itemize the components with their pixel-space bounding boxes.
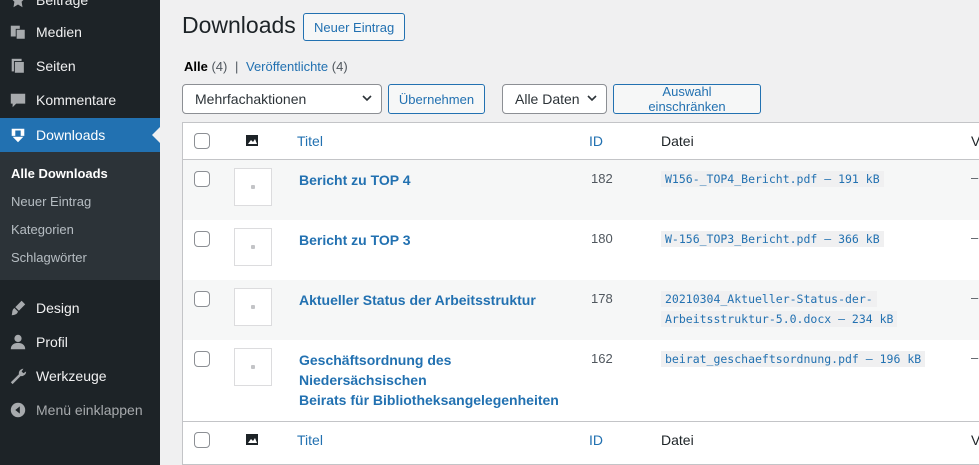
downloads-submenu: Alle Downloads Neuer Eintrag Kategorien … [0,152,160,280]
menu-label: Medien [36,24,82,40]
file-thumbnail [234,228,272,266]
table-row: Geschäftsordnung des Niedersächsischen Be… [183,340,979,421]
file-thumbnail [234,288,272,326]
filter-published-count: (4) [331,59,348,74]
bulk-actions-value: Mehrfachaktionen [195,91,307,107]
row-checkbox[interactable] [194,231,210,247]
chevron-down-icon [362,95,372,102]
row-extra: – [971,230,979,245]
row-extra: – [971,290,979,305]
row-extra: – [971,350,979,365]
media-icon [0,23,36,41]
page-title: Downloads [182,12,296,38]
row-checkbox[interactable] [194,351,210,367]
filter-published-link[interactable]: Veröffentlichte [246,59,328,74]
table-row: Bericht zu TOP 3 180 W-156_TOP3_Bericht.… [183,220,979,280]
menu-label: Werkzeuge [36,368,107,384]
row-id: 178 [591,291,613,306]
comment-icon [0,91,36,109]
menu-label: Seiten [36,58,76,74]
select-all-checkbox[interactable] [194,133,210,149]
image-column-icon [245,134,259,150]
download-icon [0,126,36,144]
status-filter-links: Alle (4) | Veröffentlichte (4) [184,59,348,74]
table-header: Titel ID Datei V [183,123,979,160]
filter-separator: | [234,59,239,74]
column-id[interactable]: ID [589,133,603,149]
active-indicator [152,127,160,143]
bulk-actions-select[interactable]: Mehrfachaktionen [182,84,382,114]
filter-all-link[interactable]: Alle [184,59,208,74]
submenu-alle-downloads[interactable]: Alle Downloads [0,160,160,188]
pin-icon [0,0,36,9]
menu-item-medien[interactable]: Medien [0,15,160,49]
filter-all-count: (4) [211,59,228,74]
collapse-icon [0,401,36,419]
menu-label: Profil [36,334,68,350]
menu-item-design[interactable]: Design [0,291,160,325]
row-id: 162 [591,351,613,366]
column-title[interactable]: Titel [297,432,323,448]
row-checkbox[interactable] [194,291,210,307]
row-file-link[interactable]: W156-_TOP4_Bericht.pdf – 191 kB [661,169,884,189]
row-file-link[interactable]: W-156_TOP3_Bericht.pdf – 366 kB [661,229,884,249]
date-filter-value: Alle Daten [515,91,580,107]
menu-label: Menü einklappen [36,402,143,418]
brush-icon [0,299,36,317]
user-icon [0,333,36,351]
submenu-schlagwoerter[interactable]: Schlagwörter [0,244,160,272]
row-title-link[interactable]: Bericht zu TOP 3 [299,230,579,250]
submenu-neuer-eintrag[interactable]: Neuer Eintrag [0,188,160,216]
column-extra: V [971,133,979,149]
menu-item-profil[interactable]: Profil [0,325,160,359]
filter-button[interactable]: Auswahl einschränken [613,84,761,114]
row-id: 182 [591,171,613,186]
menu-item-downloads[interactable]: Downloads [0,118,160,152]
image-column-icon [245,433,259,449]
column-file: Datei [661,133,694,149]
row-title-link[interactable]: Geschäftsordnung des Niedersächsischen Be… [299,350,579,410]
column-id[interactable]: ID [589,432,603,448]
column-extra: V [971,432,979,448]
menu-item-seiten[interactable]: Seiten [0,49,160,83]
column-title[interactable]: Titel [297,133,323,149]
table-row: Bericht zu TOP 4 182 W156-_TOP4_Bericht.… [183,160,979,220]
file-thumbnail [234,168,272,206]
menu-label: Design [36,300,80,316]
downloads-table: Titel ID Datei V Bericht zu TOP 4 182 W1… [182,122,979,465]
pages-icon [0,57,36,75]
chevron-down-icon [587,95,597,102]
select-all-checkbox-footer[interactable] [194,432,210,448]
menu-item-kommentare[interactable]: Kommentare [0,83,160,117]
apply-button[interactable]: Übernehmen [388,84,485,114]
collapse-menu-button[interactable]: Menü einklappen [0,393,160,427]
file-thumbnail [234,348,272,386]
row-extra: – [971,170,979,185]
main-content: Downloads Neuer Eintrag Alle (4) | Veröf… [160,0,979,465]
date-filter-select[interactable]: Alle Daten [502,84,607,114]
row-file-link[interactable]: 20210304_Aktueller-Status-der- Arbeitsstr… [661,289,898,329]
row-title-link[interactable]: Aktueller Status der Arbeitsstruktur [299,290,579,310]
table-footer: Titel ID Datei V [183,421,979,458]
table-row: Aktueller Status der Arbeitsstruktur 178… [183,280,979,340]
row-file-link[interactable]: beirat_geschaeftsordnung.pdf – 196 kB [661,349,926,369]
menu-label: Beiträge [36,0,89,8]
menu-label: Kommentare [36,92,117,108]
wrench-icon [0,367,36,385]
submenu-kategorien[interactable]: Kategorien [0,216,160,244]
row-id: 180 [591,231,613,246]
menu-item-werkzeuge[interactable]: Werkzeuge [0,359,160,393]
row-title-link[interactable]: Bericht zu TOP 4 [299,170,579,190]
menu-label: Downloads [36,127,106,143]
admin-sidebar: Beiträge Medien Seiten Kommentare Downlo… [0,0,160,465]
column-file: Datei [661,432,694,448]
add-new-button[interactable]: Neuer Eintrag [303,13,406,41]
row-checkbox[interactable] [194,171,210,187]
